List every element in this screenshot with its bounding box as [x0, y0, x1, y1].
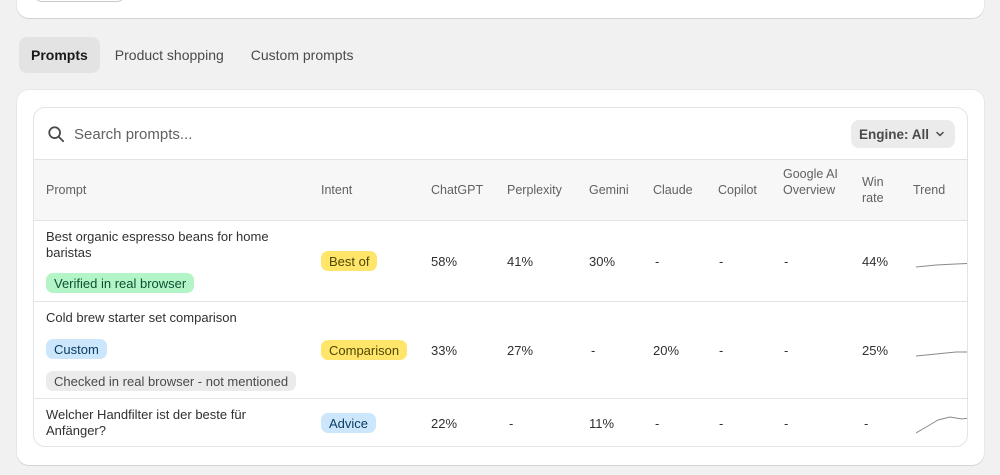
column-win-rate[interactable]: Win rate [862, 174, 896, 206]
win-rate-value: 44% [862, 254, 889, 269]
top-card [17, 0, 984, 18]
perplexity-value: 41% [507, 254, 534, 269]
custom-badge: Custom [46, 339, 107, 359]
search-icon [48, 126, 65, 143]
engine-filter-button[interactable]: Engine: All [851, 120, 955, 148]
intent-badge: Advice [321, 413, 377, 433]
chatgpt-value: 22% [431, 416, 458, 431]
google-ai-overview-value: - [784, 343, 789, 358]
chatgpt-value: 58% [431, 254, 458, 269]
column-gemini[interactable]: Gemini [589, 182, 629, 198]
table-row[interactable]: Best organic espresso beans for home bar… [34, 221, 967, 302]
win-rate-value: - [864, 416, 869, 431]
tab-product-shopping[interactable]: Product shopping [103, 37, 236, 73]
win-rate-value: 25% [862, 343, 889, 358]
gemini-value: 11% [589, 416, 615, 431]
google-ai-overview-value: - [784, 254, 789, 269]
tab-bar: Prompts Product shopping Custom prompts [19, 37, 365, 73]
copilot-value: - [719, 416, 724, 431]
tab-custom-prompts[interactable]: Custom prompts [239, 37, 366, 73]
not-mentioned-badge: Checked in real browser - not mentioned [46, 371, 297, 391]
table-row[interactable]: Welcher Handfilter ist der beste für Anf… [34, 399, 967, 446]
table-row[interactable]: Cold brew starter set comparison Custom … [34, 302, 967, 399]
gemini-value: - [591, 343, 596, 358]
top-card-button[interactable] [34, 0, 125, 2]
column-copilot[interactable]: Copilot [718, 182, 757, 198]
column-intent[interactable]: Intent [321, 182, 352, 198]
column-chatgpt[interactable]: ChatGPT [431, 182, 483, 198]
claude-value: - [655, 254, 660, 269]
gemini-value: 30% [589, 254, 616, 269]
trend-sparkline [916, 262, 967, 268]
search-input[interactable] [74, 121, 674, 147]
column-trend[interactable]: Trend [913, 182, 945, 198]
perplexity-value: 27% [507, 343, 534, 358]
table-header: Prompt Intent ChatGPT Perplexity Gemini … [34, 160, 967, 221]
prompt-text: Welcher Handfilter ist der beste für Anf… [46, 407, 246, 438]
search-bar: Engine: All [34, 108, 967, 160]
intent-badge: Comparison [321, 340, 408, 360]
column-google-ai-overview[interactable]: Google AI Overview [783, 166, 845, 198]
copilot-value: - [719, 343, 724, 358]
chatgpt-value: 33% [431, 343, 458, 358]
perplexity-value: - [509, 416, 514, 431]
engine-filter-label: Engine: All [859, 126, 929, 142]
column-perplexity[interactable]: Perplexity [507, 182, 562, 198]
prompt-text: Best organic espresso beans for home bar… [46, 229, 269, 260]
trend-sparkline [916, 416, 967, 434]
verified-badge: Verified in real browser [46, 273, 195, 293]
trend-sparkline [916, 351, 967, 357]
claude-value: - [655, 416, 660, 431]
claude-value: 20% [653, 343, 680, 358]
column-claude[interactable]: Claude [653, 182, 693, 198]
column-prompt[interactable]: Prompt [46, 182, 86, 198]
intent-badge: Best of [321, 251, 378, 271]
google-ai-overview-value: - [784, 416, 789, 431]
prompt-text: Cold brew starter set comparison [46, 310, 237, 325]
tab-prompts[interactable]: Prompts [19, 37, 100, 73]
prompts-table-container: Engine: All Prompt Intent ChatGPT Perple… [33, 107, 968, 447]
copilot-value: - [719, 254, 724, 269]
prompts-card: Engine: All Prompt Intent ChatGPT Perple… [17, 90, 984, 465]
chevron-down-icon [936, 131, 944, 137]
